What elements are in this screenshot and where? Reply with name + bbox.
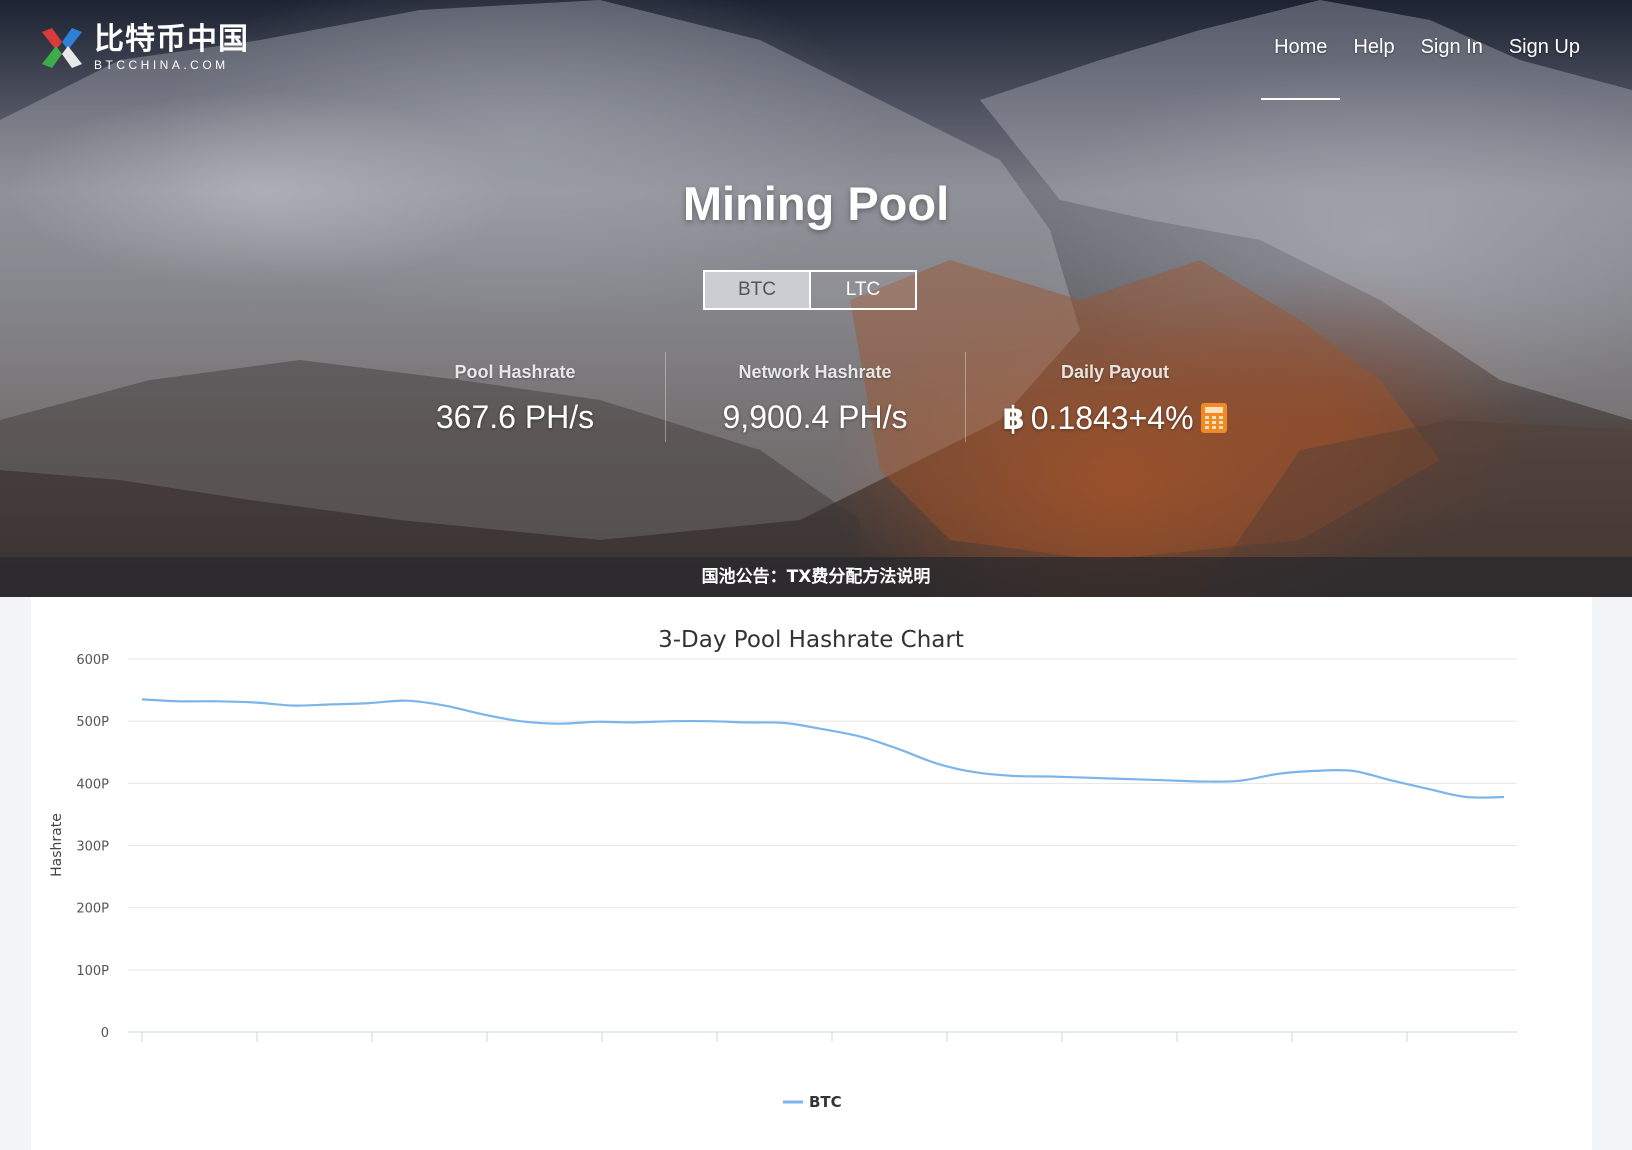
y-tick-label: 500P bbox=[76, 715, 109, 730]
btcchina-logo-icon bbox=[42, 28, 82, 68]
coin-toggle: BTC LTC bbox=[703, 270, 917, 310]
y-tick-label: 300P bbox=[76, 840, 109, 855]
stat-value: 0.1843+4% bbox=[1030, 399, 1194, 436]
stat-value: 9,900.4 PH/s bbox=[722, 399, 908, 435]
main-nav: Home Help Sign In Sign Up bbox=[1260, 36, 1580, 100]
y-tick-label: 400P bbox=[76, 777, 109, 792]
announcement-bar: 国池公告：TX费分配方法说明 bbox=[0, 557, 1632, 597]
bitcoin-currency-icon: ฿ bbox=[1002, 400, 1025, 436]
stat-network-hashrate: Network Hashrate 9,900.4 PH/s bbox=[665, 352, 965, 442]
hero-banner: 比特币中国 BTCCHINA.COM Home Help Sign In Sig… bbox=[0, 0, 1632, 597]
stat-value: 367.6 PH/s bbox=[435, 399, 595, 435]
toggle-btc-button[interactable]: BTC bbox=[705, 272, 809, 308]
site-logo[interactable]: 比特币中国 BTCCHINA.COM bbox=[38, 24, 249, 72]
nav-home[interactable]: Home bbox=[1260, 36, 1341, 100]
page-title: Mining Pool bbox=[682, 177, 950, 230]
calculator-icon[interactable] bbox=[1200, 402, 1228, 434]
y-tick-label: 200P bbox=[76, 902, 109, 917]
nav-sign-up[interactable]: Sign Up bbox=[1509, 36, 1580, 63]
logo-english-text: BTCCHINA.COM bbox=[94, 58, 229, 72]
announcement-link[interactable]: 国池公告：TX费分配方法说明 bbox=[702, 567, 931, 587]
logo-chinese-text: 比特币中国 bbox=[94, 22, 249, 57]
nav-sign-in[interactable]: Sign In bbox=[1421, 36, 1483, 63]
stat-label: Network Hashrate bbox=[738, 362, 892, 382]
legend-btc-label: BTC bbox=[809, 1093, 842, 1111]
toggle-ltc-button[interactable]: LTC bbox=[809, 272, 915, 308]
chart-legend[interactable]: BTC bbox=[783, 1093, 842, 1111]
y-tick-label: 0 bbox=[101, 1026, 109, 1041]
stats-row: Pool Hashrate 367.6 PH/s Network Hashrat… bbox=[365, 352, 1265, 442]
chart-title: 3-Day Pool Hashrate Chart bbox=[658, 627, 964, 653]
y-axis-title: Hashrate bbox=[49, 813, 65, 877]
stat-label: Pool Hashrate bbox=[454, 362, 576, 382]
stat-pool-hashrate: Pool Hashrate 367.6 PH/s bbox=[365, 352, 665, 437]
stat-daily-payout: Daily Payout ฿ 0.1843+4% bbox=[965, 352, 1265, 442]
hashrate-chart: 3-Day Pool Hashrate Chart Hashrate 0 100P… bbox=[49, 627, 1517, 1111]
y-tick-label: 100P bbox=[76, 964, 109, 979]
nav-help[interactable]: Help bbox=[1353, 36, 1394, 63]
chart-card: 3-Day Pool Hashrate Chart Hashrate 0 100P… bbox=[31, 597, 1592, 1150]
y-tick-label: 600P bbox=[76, 653, 109, 668]
stat-label: Daily Payout bbox=[1060, 362, 1170, 382]
